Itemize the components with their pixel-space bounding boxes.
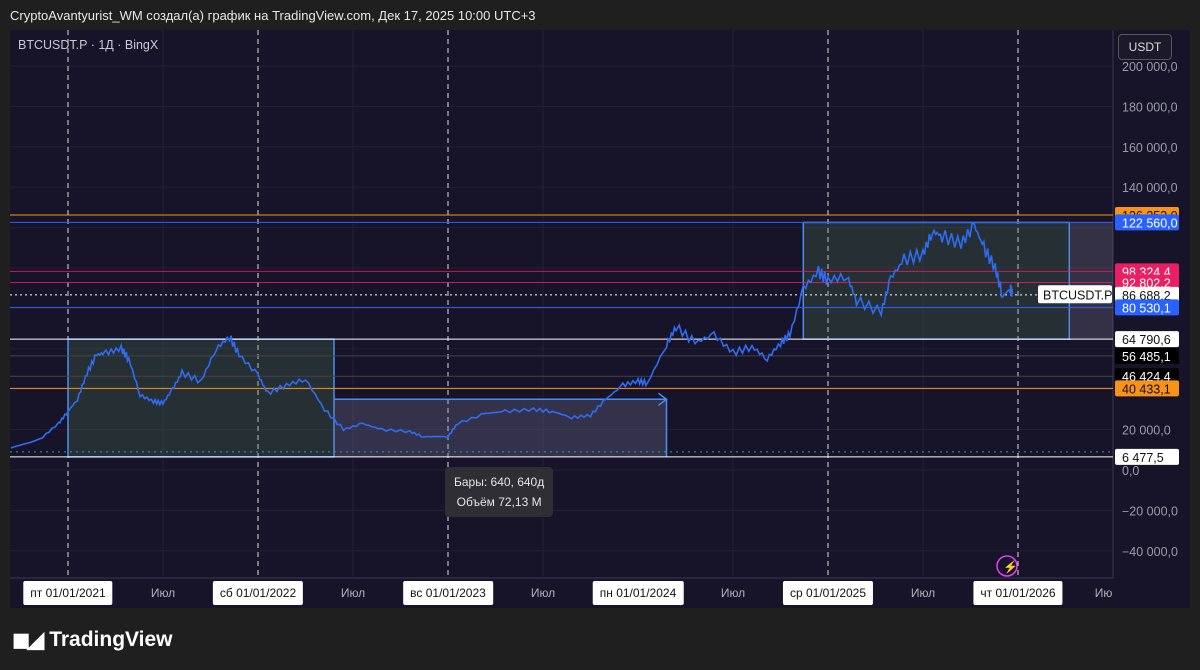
level-label: 80 530,1 xyxy=(1122,301,1171,315)
date-range-box xyxy=(334,399,667,457)
tooltip-volume: Объём 72,13 M xyxy=(456,495,542,509)
time-axis-label: вс 01/01/2023 xyxy=(403,581,493,605)
time-axis-label: Июл xyxy=(910,586,936,600)
time-axis-label: чт 01/01/2026 xyxy=(973,581,1063,605)
y-tick-label: 200 000,0 xyxy=(1122,60,1178,74)
lightning-icon: ⚡ xyxy=(1003,560,1018,574)
level-label: 6 477,5 xyxy=(1122,451,1164,465)
range-extension xyxy=(1069,222,1113,340)
y-tick-label: 20 000,0 xyxy=(1122,424,1171,438)
level-label: 122 560,0 xyxy=(1122,216,1178,230)
y-tick-label: 180 000,0 xyxy=(1122,100,1178,114)
attribution: CryptoAvantyurist_WM создал(а) график на… xyxy=(10,8,536,23)
measure-tooltip: Бары: 640, 640д Объём 72,13 M xyxy=(445,467,554,517)
time-axis-label: ср 01/01/2025 xyxy=(782,581,874,605)
time-axis-label: сб 01/01/2022 xyxy=(212,581,304,605)
y-tick-label: −20 000,0 xyxy=(1122,504,1178,518)
tradingview-logo[interactable]: ◼◢ TradingView xyxy=(12,627,173,653)
tv-logo-icon: ◼◢ xyxy=(12,627,44,652)
price-chart[interactable]: 126 253,0122 560,098 324,492 802,286 688… xyxy=(0,0,1200,670)
y-tick-label: 160 000,0 xyxy=(1122,141,1178,155)
symbol-info: BTCUSDT.P · 1Д · BingX xyxy=(18,38,159,52)
currency-button[interactable]: USDT xyxy=(1118,34,1172,60)
time-axis-label: пн 01/01/2024 xyxy=(592,581,684,605)
y-tick-label: −40 000,0 xyxy=(1122,545,1178,559)
time-axis-label: Ию xyxy=(1094,586,1113,600)
level-label: 64 790,6 xyxy=(1122,333,1171,347)
tooltip-bars: Бары: 640, 640д xyxy=(454,475,545,489)
time-axis-label: Июл xyxy=(150,586,176,600)
level-label: 40 433,1 xyxy=(1122,382,1171,396)
time-axis-label: Июл xyxy=(340,586,366,600)
time-axis-label: Июл xyxy=(720,586,746,600)
y-tick-label: 140 000,0 xyxy=(1122,181,1178,195)
brand-name: TradingView xyxy=(49,628,173,651)
y-tick-label: 0,0 xyxy=(1122,464,1139,478)
time-axis-label: пт 01/01/2021 xyxy=(23,581,113,605)
level-label: 56 485,1 xyxy=(1122,350,1171,364)
range-2021 xyxy=(67,338,335,458)
time-axis-label: Июл xyxy=(530,586,556,600)
series-label: BTCUSDT.P xyxy=(1043,288,1112,302)
